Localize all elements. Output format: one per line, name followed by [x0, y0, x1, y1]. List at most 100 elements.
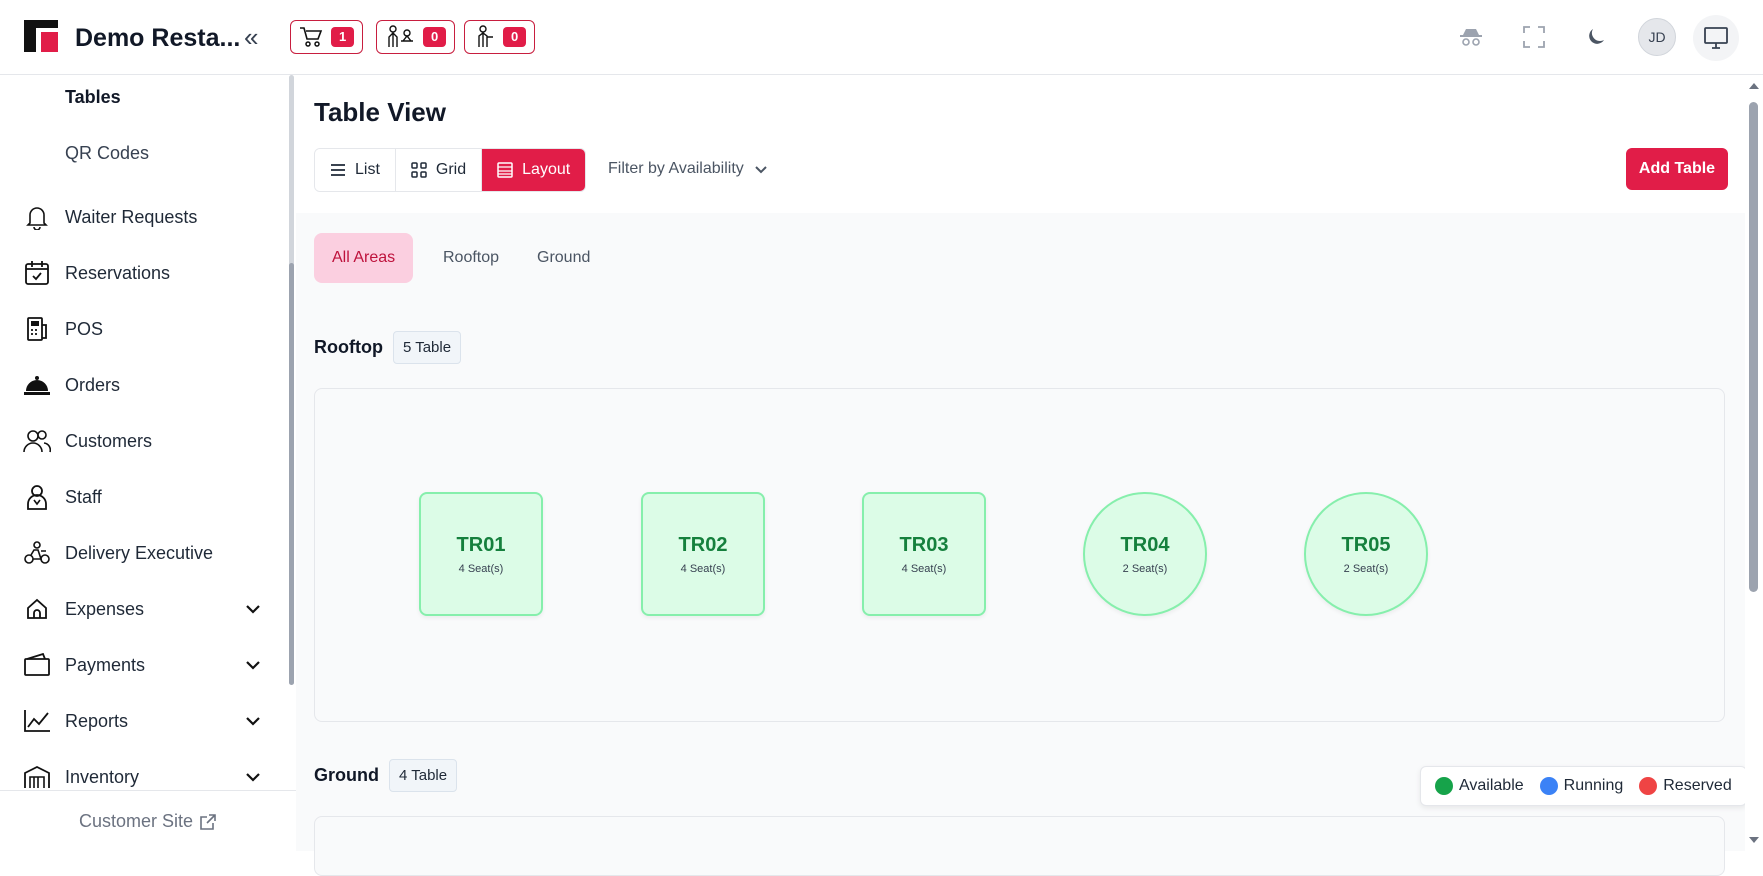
legend-item-reserved: Reserved [1639, 777, 1732, 795]
view-list-button[interactable]: List [315, 149, 396, 191]
top-bar: Demo Resta... « 1 0 0 JD [0, 0, 1763, 75]
legend-dot-running [1539, 777, 1558, 795]
legend-item-available: Available [1435, 777, 1524, 795]
sidebar-item-label: Expenses [65, 598, 145, 619]
sidebar-item-label: Reports [65, 710, 129, 731]
customer-site-label: Customer Site [79, 811, 194, 831]
area-tab-rooftop[interactable]: Rooftop [425, 233, 517, 283]
table-tr05[interactable]: TR05 2 Seat(s) [1304, 492, 1428, 616]
floor-plan-rooftop: TR01 4 Seat(s) TR02 4 Seat(s) TR03 4 Sea… [314, 388, 1725, 722]
calendar-check-icon [22, 258, 52, 288]
incognito-icon[interactable] [1456, 22, 1486, 52]
bell-icon [22, 202, 52, 232]
app-logo-icon [24, 20, 58, 52]
sidebar-item-delivery-executive[interactable]: Delivery Executive [22, 535, 262, 571]
table-tr04[interactable]: TR04 2 Seat(s) [1083, 492, 1207, 616]
legend-dot-available [1435, 777, 1453, 795]
sidebar-item-waiter-requests[interactable]: Waiter Requests [22, 199, 262, 235]
users-icon [22, 426, 52, 456]
sidebar-item-label: Payments [65, 654, 146, 675]
collapse-sidebar-icon[interactable]: « [244, 24, 258, 50]
add-table-button[interactable]: Add Table [1626, 148, 1728, 190]
customer-site-link[interactable]: Customer Site [79, 811, 217, 832]
view-grid-label: Grid [435, 161, 467, 178]
view-switcher: List Grid Layout [314, 148, 587, 192]
sidebar-item-orders[interactable]: Orders [22, 367, 262, 403]
wallet-icon [22, 650, 52, 680]
area-tab-all-areas[interactable]: All Areas [314, 233, 414, 283]
scroll-down-arrow-icon[interactable] [1749, 837, 1759, 843]
legend-label: Reserved [1663, 777, 1732, 794]
fullscreen-icon[interactable] [1519, 22, 1549, 52]
waiter-request-icon [388, 25, 413, 47]
legend-item-running: Running [1539, 777, 1623, 795]
page-scrollbar[interactable] [1745, 75, 1763, 851]
legend-label: Available [1459, 777, 1524, 794]
user-avatar[interactable]: JD [1638, 18, 1676, 56]
waiter-icon [478, 25, 493, 47]
chevron-down-icon [755, 166, 767, 174]
sidebar-scrollbar-thumb[interactable] [289, 263, 294, 685]
section-header-ground: Ground 4 Table [314, 759, 458, 792]
table-tr02[interactable]: TR02 4 Seat(s) [641, 492, 765, 616]
sidebar-subitem-tables[interactable]: Tables [65, 87, 121, 108]
cart-orders-button[interactable]: 1 [290, 20, 364, 54]
page-scrollbar-thumb[interactable] [1749, 102, 1758, 592]
sidebar-scrollbar[interactable] [289, 75, 294, 685]
sidebar-item-staff[interactable]: Staff [22, 479, 262, 515]
external-link-icon [200, 813, 216, 830]
sidebar-item-label: Delivery Executive [65, 542, 214, 563]
scroll-up-arrow-icon[interactable] [1749, 83, 1759, 89]
sidebar-item-payments[interactable]: Payments [22, 647, 262, 683]
cloche-icon [22, 370, 52, 400]
table-code: TR02 [678, 533, 728, 556]
sidebar-item-label: Inventory [65, 766, 140, 787]
status-legend: Available Running Reserved [1420, 766, 1747, 806]
floor-plan-ground [314, 816, 1725, 876]
sidebar: Tables QR Codes Waiter Requests Reservat… [0, 75, 296, 851]
sidebar-item-customers[interactable]: Customers [22, 423, 262, 459]
scooter-icon [22, 538, 52, 568]
table-code: TR03 [899, 533, 949, 556]
table-tr01[interactable]: TR01 4 Seat(s) [419, 492, 543, 616]
view-list-label: List [355, 161, 380, 178]
cart-count-badge: 1 [331, 27, 355, 47]
waiter-count-badge: 0 [503, 27, 527, 47]
sidebar-item-reports[interactable]: Reports [22, 703, 262, 739]
view-grid-button[interactable]: Grid [395, 149, 483, 191]
sidebar-item-label: Orders [65, 374, 121, 395]
section-table-count: 4 Table [389, 759, 458, 792]
section-name: Rooftop [314, 337, 383, 357]
sidebar-item-reservations[interactable]: Reservations [22, 255, 262, 291]
table-seats: 4 Seat(s) [680, 562, 726, 575]
chevron-down-icon[interactable] [244, 656, 262, 674]
dark-mode-moon-icon[interactable] [1581, 22, 1611, 52]
view-layout-button[interactable]: Layout [482, 149, 586, 191]
chevron-down-icon[interactable] [244, 600, 262, 618]
sidebar-item-label: Waiter Requests [65, 206, 198, 227]
sidebar-item-expenses[interactable]: Expenses [22, 591, 262, 627]
warehouse-icon [22, 762, 52, 792]
chevron-down-icon[interactable] [244, 768, 262, 786]
table-code: TR01 [456, 533, 506, 556]
waiter-calls-button[interactable]: 0 [464, 20, 536, 54]
grid-icon [411, 162, 427, 178]
main-content: Table View List Grid Layout Filter by Av… [296, 75, 1745, 876]
monitor-icon[interactable] [1693, 15, 1739, 61]
chart-line-icon [22, 706, 52, 736]
waiter-requests-button[interactable]: 0 [376, 20, 456, 54]
area-tab-ground[interactable]: Ground [519, 233, 608, 283]
table-seats: 4 Seat(s) [458, 562, 504, 575]
layout-canvas: All Areas Rooftop Ground Rooftop 5 Table… [296, 213, 1745, 876]
app-title: Demo Resta... [75, 24, 241, 52]
sidebar-subitem-qr-codes[interactable]: QR Codes [65, 143, 149, 164]
page-title: Table View [314, 97, 446, 127]
sidebar-item-label: Customers [65, 430, 153, 451]
pos-terminal-icon [22, 314, 52, 344]
filter-availability-dropdown[interactable]: Filter by Availability [608, 160, 768, 178]
section-name: Ground [314, 765, 379, 785]
table-tr03[interactable]: TR03 4 Seat(s) [862, 492, 986, 616]
chevron-down-icon[interactable] [244, 712, 262, 730]
table-code: TR04 [1120, 533, 1170, 556]
sidebar-item-pos[interactable]: POS [22, 311, 262, 347]
